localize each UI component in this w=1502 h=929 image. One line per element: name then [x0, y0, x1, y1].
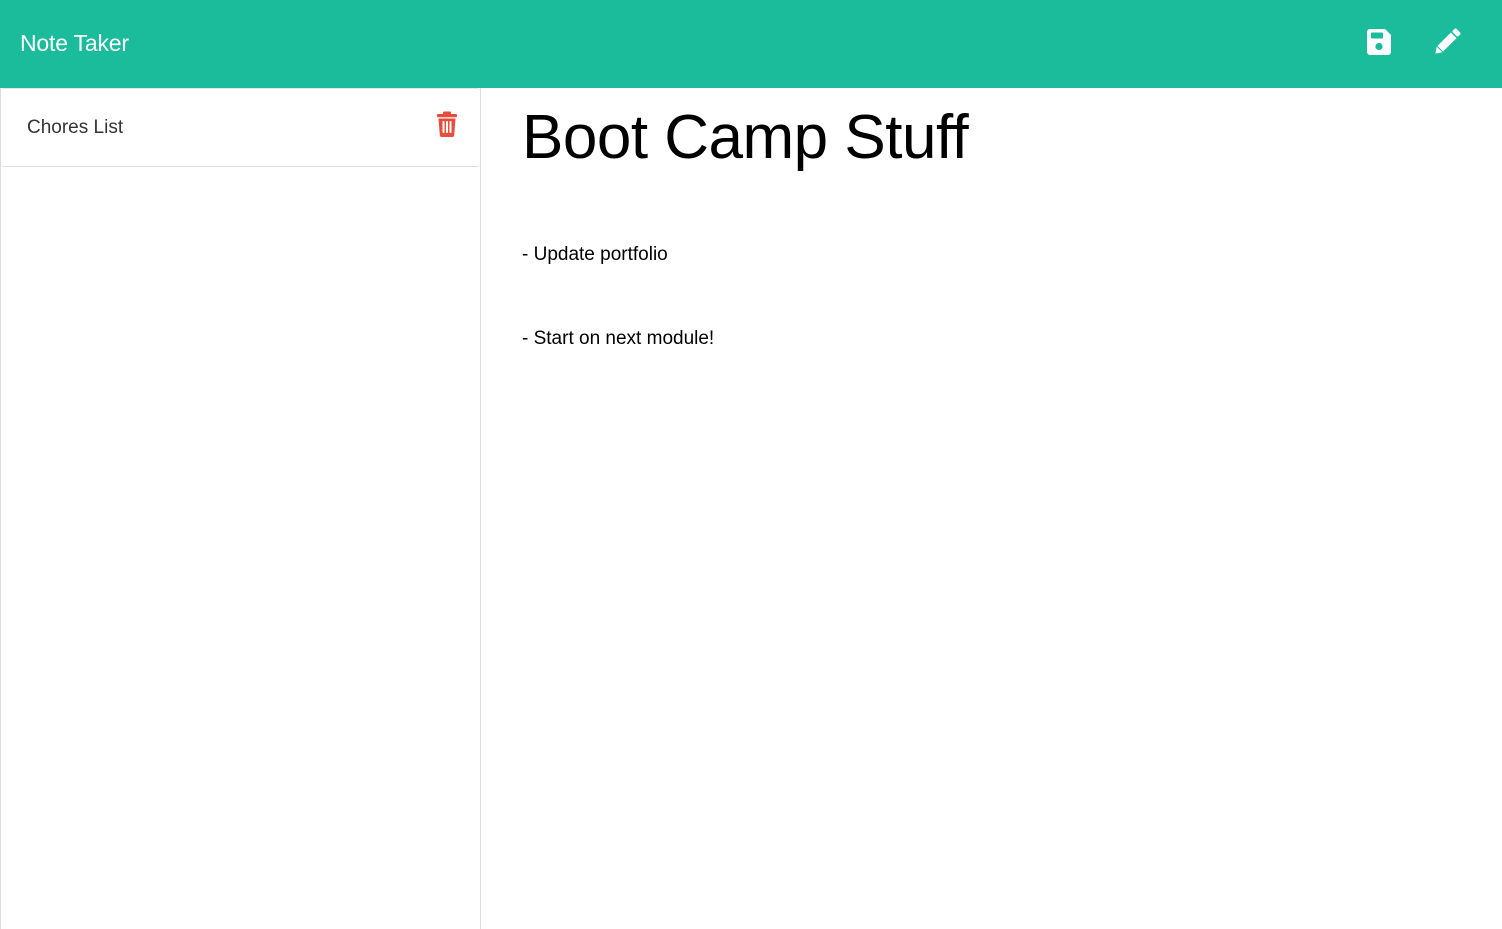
navbar: Note Taker [0, 0, 1502, 88]
note-text-line: - Update portfolio [522, 244, 668, 265]
app-title[interactable]: Note Taker [20, 28, 129, 58]
new-note-button[interactable] [1431, 26, 1463, 58]
note-title-input[interactable]: Boot Camp Stuff [522, 102, 1462, 174]
note-text-area[interactable]: - Update portfolio - Start on next modul… [522, 185, 1462, 885]
trash-icon [435, 111, 459, 141]
note-list-item-title[interactable]: Chores List [27, 116, 123, 140]
save-note-button[interactable] [1363, 26, 1395, 58]
note-editor: Boot Camp Stuff - Update portfolio - Sta… [481, 88, 1502, 929]
note-text-line: - Start on next module! [522, 328, 715, 349]
pencil-icon [1430, 25, 1464, 59]
delete-note-button[interactable] [435, 111, 459, 137]
floppy-disk-icon [1364, 27, 1394, 57]
note-list: Chores List [0, 88, 481, 929]
list-item[interactable]: Chores List [1, 88, 480, 167]
